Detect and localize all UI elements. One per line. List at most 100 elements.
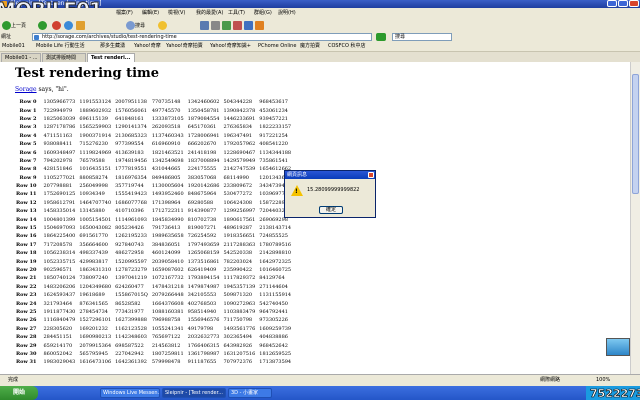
link-rubiks-auction[interactable]: 魔方拍賣 — [300, 42, 320, 51]
table-row: Row 16 1864225400 691561770 1262195233 19896… — [14, 232, 293, 240]
dialog-titlebar[interactable]: 網頁訊息 — [285, 171, 375, 179]
forward-button[interactable] — [38, 20, 47, 30]
row-label: Row 18 — [16, 250, 37, 257]
table-cell: 849486805 — [151, 174, 181, 181]
table-row: Row 23 1624593437 19618689 155867015Q 207926… — [14, 291, 293, 299]
table-cell: 1265068159 — [187, 250, 220, 257]
table-cell: 1052335715 — [43, 258, 76, 265]
url-input[interactable]: http://sorage.com/archives/studio/test-r… — [32, 33, 372, 41]
table-cell: 224175555 — [187, 166, 217, 173]
table-cell: 1713873594 — [259, 359, 292, 366]
menu-item-tools[interactable]: 工具(T) — [228, 8, 245, 18]
link-pchome[interactable]: PChome Online — [258, 42, 296, 51]
close-tab-icon — [233, 20, 242, 30]
table-cell: 1642361392 — [115, 359, 147, 366]
row-label: Row 3 — [19, 124, 37, 131]
table-cell: 1974819456 — [115, 157, 147, 164]
menu-item-edit[interactable]: 編輯(E) — [142, 8, 159, 18]
zoom-level[interactable]: 100% — [596, 375, 610, 386]
table-row: Row 22 1483206206 1204349680 624260477 14784… — [14, 283, 293, 291]
link-mobile01[interactable]: Mobile01 — [2, 42, 25, 51]
table-cell: 1889602932 — [79, 107, 112, 114]
table-row: Row 24 321793464 876341565 86528582 16643766… — [14, 299, 293, 307]
dialog-close-icon[interactable] — [368, 172, 374, 178]
task-sleipnir[interactable]: Sleipnir - [Test render... — [162, 388, 226, 398]
table-cell: 1361798987 — [187, 350, 220, 357]
table-cell: 1812659525 — [259, 350, 292, 357]
table-cell: 227042942 — [115, 350, 144, 357]
stop-icon — [52, 20, 61, 30]
task-paint[interactable]: 3D - 小畫家 — [228, 388, 272, 398]
search-button[interactable]: 搜尋 — [126, 20, 145, 30]
row-label: Row 29 — [16, 342, 37, 349]
table-cell: 1090272963 — [223, 300, 256, 307]
table-cell: 1821463521 — [151, 149, 184, 156]
table-row: Row 31 1983029043 1616473106 1642361392 5799… — [14, 358, 293, 366]
row-label: Row 12 — [16, 199, 37, 206]
table-cell: 1458335014 — [43, 208, 76, 215]
table-cell: 342105553 — [187, 292, 217, 299]
stop-button[interactable] — [52, 20, 61, 30]
row-label: Row 19 — [16, 258, 37, 265]
menu-item-groups[interactable]: 群組(G) — [254, 8, 272, 18]
vertical-scrollbar[interactable] — [630, 62, 640, 374]
table-cell: 715276230 — [79, 141, 108, 148]
table-cell: 2130685323 — [115, 132, 147, 139]
refresh-button[interactable] — [64, 20, 73, 30]
menu-item-view[interactable]: 檢視(V) — [168, 8, 185, 18]
table-cell: 302365494 — [223, 334, 253, 341]
table-cell: 738097240 — [79, 275, 108, 282]
link-cosfco[interactable]: COSFCO 秋中店 — [328, 42, 366, 51]
table-cell: 927840743 — [115, 241, 144, 248]
window-icon — [244, 20, 253, 30]
table-cell: 1642972325 — [259, 258, 292, 265]
table-cell: 1287178786 — [43, 124, 76, 131]
menu-item-file[interactable]: 檔案(F) — [116, 8, 133, 18]
table-cell: 1863431310 — [79, 267, 112, 273]
table-cell: 530477272 — [223, 191, 253, 198]
favorites-button[interactable] — [158, 20, 167, 30]
close-window-button[interactable] — [629, 0, 639, 7]
link-mobile-life[interactable]: Mobile Life 行動生活 — [36, 42, 85, 51]
search-input[interactable]: 搜尋 — [392, 33, 452, 41]
minimize-button[interactable] — [607, 0, 617, 7]
table-cell: 1204349680 — [79, 283, 112, 290]
task-windows-live-messenger[interactable]: Windows Live Messen... — [100, 388, 160, 398]
ok-button[interactable]: 確定 — [319, 206, 343, 214]
row-label: Row 31 — [16, 359, 37, 366]
link-yahoo-auction[interactable]: Yahoo!奇摩拍賣 — [166, 42, 203, 51]
menu-item-favorites[interactable]: 我的最愛(A) — [196, 8, 223, 18]
link-yahoo-knowledge[interactable]: Yahoo!奇摩知識+ — [210, 42, 251, 51]
dialog-message: 15.28099999999822 — [307, 187, 360, 193]
table-cell: 1137460343 — [151, 132, 184, 139]
table-cell: 938088411 — [43, 141, 73, 148]
table-cell: 241418198 — [187, 149, 217, 156]
tab-rendering-test-zh[interactable]: 測試排版時間 — [42, 53, 86, 62]
row-label: Row 11 — [16, 191, 37, 198]
menu-item-help[interactable]: 說明(H) — [278, 8, 296, 18]
scrollbar-thumb[interactable] — [632, 74, 639, 194]
table-cell: 1493952460 — [151, 191, 184, 198]
maximize-button[interactable] — [618, 0, 628, 7]
table-cell: 696115139 — [79, 115, 108, 122]
table-cell: 724855525 — [259, 233, 288, 240]
table-cell: 1624593437 — [43, 292, 76, 299]
table-cell: 69280588 — [187, 199, 214, 206]
address-label: 網址 — [1, 34, 12, 40]
start-button[interactable]: 開始 — [0, 386, 38, 400]
table-row: Row 2 1825063039 696115139 641848161 1333873… — [14, 115, 293, 123]
table-cell: 155867015Q — [115, 292, 148, 299]
link-bookmark-3[interactable]: 那多生藏湧 — [100, 42, 125, 51]
go-button[interactable] — [376, 33, 386, 41]
tab-mobile01[interactable]: Mobile01 - ... — [1, 53, 41, 62]
tab-test-rendering[interactable]: Test renderi... — [87, 53, 135, 62]
table-cell: 805234426 — [115, 225, 144, 232]
link-yahoo[interactable]: Yahoo!奇摩 — [134, 42, 161, 51]
back-button[interactable]: 上一頁 — [2, 20, 26, 30]
home-button[interactable] — [76, 20, 85, 30]
table-cell: 1333873105 — [151, 115, 184, 122]
table-cell: 1520995597 — [115, 258, 147, 265]
author-link[interactable]: Sorage — [15, 86, 37, 93]
toolbar-tools-group[interactable] — [200, 20, 264, 30]
table-cell: 408541220 — [259, 141, 288, 148]
